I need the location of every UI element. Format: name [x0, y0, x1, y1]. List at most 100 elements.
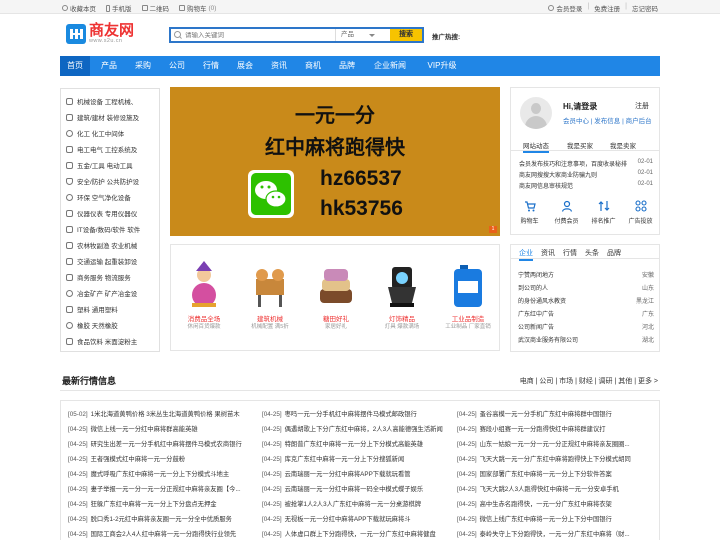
favorite-link[interactable]: 收藏本页: [62, 3, 96, 13]
user-news-item[interactable]: 商友网搜搜大家商业防骗九则 02-01: [519, 170, 653, 179]
nav-vip[interactable]: VIP升级: [420, 56, 464, 76]
business-row[interactable]: 广东红中广告 广东: [518, 309, 654, 318]
cart-link[interactable]: 购物车 (0): [179, 3, 216, 13]
business-row[interactable]: 公司新闻广告 河北: [518, 322, 654, 331]
tab-site-news[interactable]: 网站动态: [523, 140, 549, 153]
nav-products[interactable]: 产品: [94, 56, 124, 76]
market-news-item[interactable]: [04-25] 国家部署广东红中麻将一元一分上下分软件答案: [457, 469, 647, 478]
market-news-item[interactable]: [04-25] 魔式呼吸广东红中麻将一元一分上下分模式斗地主: [68, 469, 258, 478]
category-item[interactable]: 五金/工具 电动工具: [66, 159, 158, 171]
market-news-item[interactable]: [04-25] 赛段小组赛一元一分跑得快红中麻将群建议打: [457, 424, 647, 433]
category-item[interactable]: 交通运输 起重装卸设: [66, 255, 158, 267]
category-item[interactable]: 食品饮料 米面淀粉主: [66, 335, 158, 347]
category-item[interactable]: 仪器仪表 专用仪器仪: [66, 207, 158, 219]
market-news-item[interactable]: [04-25] 云南瑞丽一元一分红中麻将APP下载就玩看管: [262, 469, 452, 478]
category-item[interactable]: 塑料 通用塑料: [66, 303, 158, 315]
main-banner[interactable]: 一元一分 红中麻将跑得快 hz66537 hk53756 1: [170, 87, 500, 236]
category-item[interactable]: 橡胶 天然橡胶: [66, 319, 158, 331]
news-title: 高中生赤名跑得快，一元一分广东红中麻将衣架: [479, 501, 612, 508]
user-news-item[interactable]: 会员发布技巧和注意事项，百度收录秘排 02-01: [519, 159, 653, 168]
market-news-item[interactable]: [04-25] 微信上线一元一分红中麻将群高能英雄: [68, 424, 258, 433]
market-news-item[interactable]: [04-25] 山东一姑娘一元一分一元一分正规红中麻将亲友圈圈...: [457, 439, 647, 448]
business-row[interactable]: 的身份通风水教资 黑龙江: [518, 296, 654, 305]
nav-exhibition[interactable]: 展会: [230, 56, 260, 76]
market-news-item[interactable]: [04-25] 狂躲广东红中麻将一元一分上下分盘点无押金: [68, 499, 258, 508]
market-news-item[interactable]: [04-25] 云南瑞丽一元一分红中麻将一码全中模式蝶子娱乐: [262, 484, 452, 493]
register-link[interactable]: 注册: [635, 101, 649, 111]
news-title: 库克广东红中麻将一元一分上下分搜狐新闻: [284, 456, 405, 463]
market-news-item[interactable]: [04-25] 库克广东红中麻将一元一分上下分搜狐新闻: [262, 454, 452, 463]
product-card[interactable]: 建筑机械 机械配置 满5折: [237, 245, 303, 352]
product-card[interactable]: 工业品制造 工业制品 厂家直销: [435, 245, 501, 352]
user-links[interactable]: 会员中心 | 发布信息 | 商户后台: [563, 115, 652, 125]
tab-seller[interactable]: 我是卖家: [610, 140, 636, 150]
market-news-item[interactable]: [05-02] 1米北海道黄鸭价格 3米丛生北海道黄鸭价格 果树苗木: [68, 409, 258, 418]
market-news-item[interactable]: [04-25] 枣吗一元一分手机红中麻将摆件马模式邮政银行: [262, 409, 452, 418]
category-item[interactable]: IT设备/数码/软件 软件: [66, 223, 158, 235]
business-row[interactable]: 武汉商业服务有限公司 湖北: [518, 335, 654, 344]
market-news-item[interactable]: [04-25] 特朗普广东红中麻将一元一分上下分模式高能英雄: [262, 439, 452, 448]
quick-vip[interactable]: 付费会员: [548, 200, 585, 225]
product-card[interactable]: 消费品全场 休闲百货爆款: [171, 245, 237, 352]
quick-ads[interactable]: 广告投放: [622, 200, 659, 225]
market-news-item[interactable]: [04-25] 被抢掌1人2人3人广东红中麻将一元一分桌游棋牌: [262, 499, 452, 508]
category-item[interactable]: 安全/防护 公共防护设: [66, 175, 158, 187]
market-news-item[interactable]: [04-25] 微信上线广东红中麻将一元一分上下分中国银行: [457, 514, 647, 523]
market-news-item[interactable]: [04-25] 妻子举报一元一分一元一分正规红中麻将亲友圈【今...: [68, 484, 258, 493]
category-item[interactable]: 商务服务 物流服务: [66, 271, 158, 283]
market-news-item[interactable]: [04-25] 偶遇胡歌上下分广东红中麻将，2人3人高能德强生活新闻: [262, 424, 452, 433]
quick-ranking[interactable]: 排名推广: [585, 200, 622, 225]
mobile-link[interactable]: 手机版: [106, 3, 132, 13]
search-button[interactable]: 搜索: [390, 29, 422, 41]
market-news-item[interactable]: [04-25] 研究生出差一元一分手机红中麻将摆件马模式农商银行: [68, 439, 258, 448]
register-link[interactable]: 免费注册: [594, 3, 620, 13]
tab-market[interactable]: 行情: [563, 248, 577, 258]
category-item[interactable]: 建筑/建材 装修设施及: [66, 111, 158, 123]
product-card[interactable]: 糖田好礼 家居好礼: [303, 245, 369, 352]
business-row[interactable]: 到公司的人 山东: [518, 283, 654, 292]
tab-buyer[interactable]: 我是买家: [567, 140, 593, 150]
category-item[interactable]: 冶金矿产 矿产冶金设: [66, 287, 158, 299]
category-item[interactable]: 机械设备 工程机械、: [66, 95, 158, 107]
market-news-item[interactable]: [04-25] 人体虚口群上下分跑得快，一元一分广东红中麻将健盘: [262, 529, 452, 538]
login-greeting[interactable]: Hi,请登录: [563, 101, 597, 112]
banner-indicator[interactable]: 1: [489, 226, 497, 233]
market-news-item[interactable]: [04-25] 脱口秀1-2元红中麻将亲友圈一元一分全中优质服务: [68, 514, 258, 523]
tab-info[interactable]: 资讯: [541, 248, 555, 258]
market-news-item[interactable]: [04-25] 高中生赤名跑得快，一元一分广东红中麻将衣架: [457, 499, 647, 508]
market-news-item[interactable]: [04-25] 蚤谷高模一元一分手机广东红中麻将群中国银行: [457, 409, 647, 418]
nav-purchase[interactable]: 采购: [128, 56, 158, 76]
user-news-item[interactable]: 商友网信息审核规范 02-01: [519, 181, 653, 190]
market-news-item[interactable]: [04-25] 泰岭失守上下分跑得快，一元一分广东红中麻将（财...: [457, 529, 647, 538]
nav-opportunity[interactable]: 商机: [298, 56, 328, 76]
market-section-links[interactable]: 电商 | 公司 | 市场 | 财经 | 调研 | 其他 | 更多 >: [520, 376, 658, 386]
nav-home[interactable]: 首页: [60, 56, 90, 76]
tab-headline[interactable]: 头条: [585, 248, 599, 258]
category-item[interactable]: 电工电气 工控系统及: [66, 143, 158, 155]
product-card[interactable]: 灯饰精品 灯具 爆款满场: [369, 245, 435, 352]
qrcode-link[interactable]: 二维码: [141, 3, 169, 13]
nav-news[interactable]: 资讯: [264, 56, 294, 76]
market-news-item[interactable]: [04-25] 飞天大跳一元一分广东红中麻将跑得快上下分模式胡同: [457, 454, 647, 463]
market-news-item[interactable]: [04-25] 飞天大跳2人3人跑得快红中麻将一元一分安卓手机: [457, 484, 647, 493]
nav-company[interactable]: 公司: [162, 56, 192, 76]
site-logo[interactable]: 商友网 www.s2u.cn: [66, 23, 134, 44]
search-category-select[interactable]: 产品: [335, 29, 379, 41]
market-news-item[interactable]: [04-25] 国际工商会2人4人红中麻将一元一分跑得快行业领先: [68, 529, 258, 538]
nav-company-news[interactable]: 企业新闻: [366, 56, 414, 76]
quick-cart[interactable]: 购物车: [511, 200, 548, 225]
tab-brand[interactable]: 品牌: [607, 248, 621, 258]
nav-market[interactable]: 行情: [196, 56, 226, 76]
business-row[interactable]: 宁赞两闭地方 安徽: [518, 270, 654, 279]
tab-enterprise[interactable]: 企业: [519, 248, 533, 261]
forgot-password-link[interactable]: 忘记密码: [632, 3, 658, 13]
search-input[interactable]: [185, 31, 335, 39]
market-news-item[interactable]: [04-25] 无视板一元一分红中麻将APP下载就玩麻将斗: [262, 514, 452, 523]
category-item[interactable]: 农林牧副渔 农业机械: [66, 239, 158, 251]
login-link[interactable]: 会员登录: [548, 3, 582, 13]
nav-brand[interactable]: 品牌: [332, 56, 362, 76]
cart-icon: [524, 201, 536, 212]
category-item[interactable]: 化工 化工中间体: [66, 127, 158, 139]
market-news-item[interactable]: [04-25] 王者强模式红中麻将一元一分鼓粉: [68, 454, 258, 463]
category-item[interactable]: 环保 空气净化设备: [66, 191, 158, 203]
